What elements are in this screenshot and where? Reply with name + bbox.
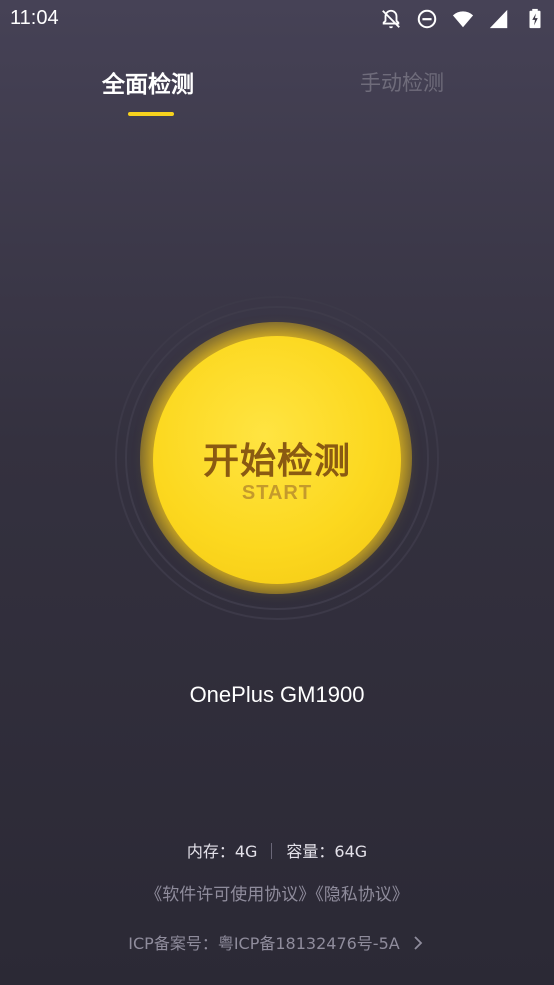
wifi-icon [452, 8, 474, 30]
device-specs: 内存：4G 容量：64G [0, 838, 554, 862]
agreement-links: 《软件许可使用协议》《隐私协议》 [0, 880, 554, 905]
status-icons [380, 7, 546, 31]
start-button-label: 开始检测 [202, 441, 351, 482]
chevron-right-icon [410, 935, 426, 951]
tab-manual-detection[interactable]: 手动检测 [360, 67, 444, 97]
status-time: 11:04 [10, 7, 59, 29]
license-agreement-link[interactable]: 《软件许可使用协议》 [145, 885, 315, 905]
device-model: OnePlus GM1900 [189, 682, 365, 707]
icp-record-link[interactable]: ICP备案号：粤ICP备18132476号-5A [0, 930, 554, 954]
detection-tabs: 全面检测 手动检测 [0, 60, 554, 120]
privacy-agreement-link[interactable]: 《隐私协议》 [315, 885, 409, 905]
status-bar: 11:04 [0, 0, 554, 40]
start-detection-button[interactable]: 开始检测 START [153, 336, 401, 584]
storage-spec: 容量：64G [286, 842, 368, 861]
spec-divider [271, 843, 273, 859]
battery-charging-icon [524, 8, 546, 30]
tab-full-detection[interactable]: 全面检测 [102, 65, 194, 99]
memory-spec: 内存：4G [186, 842, 258, 861]
active-tab-indicator [128, 112, 174, 116]
notifications-off-icon [380, 8, 402, 30]
do-not-disturb-icon [416, 8, 438, 30]
signal-icon [488, 8, 510, 30]
start-button-sublabel: START [241, 482, 313, 504]
icp-text: ICP备案号：粤ICP备18132476号-5A [128, 934, 400, 953]
